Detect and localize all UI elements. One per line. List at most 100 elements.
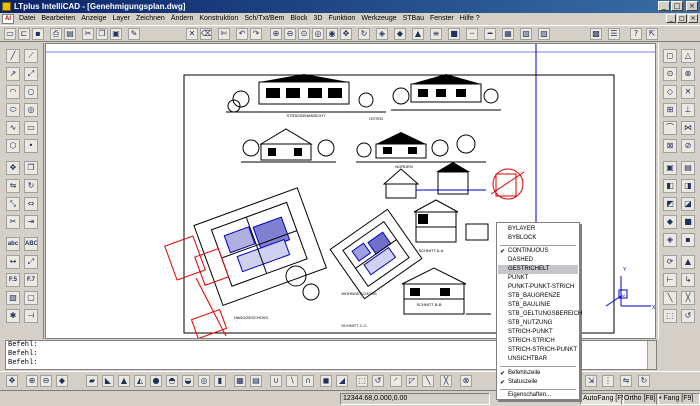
menu-anzeige[interactable]: Anzeige: [78, 13, 109, 25]
solid-wedge-icon[interactable]: ◢: [336, 375, 348, 387]
pyramid-icon[interactable]: ▲: [118, 375, 130, 387]
mirror-icon[interactable]: ⇋: [6, 179, 20, 193]
surface-icon[interactable]: ▤: [250, 375, 262, 387]
menu-layer[interactable]: Layer: [110, 13, 134, 25]
dish-icon[interactable]: ◒: [182, 375, 194, 387]
image-icon[interactable]: ▨: [538, 28, 550, 40]
layer-panel-icon[interactable]: ▩: [590, 28, 602, 40]
cone-icon[interactable]: ◭: [134, 375, 146, 387]
menu-item-unsichtbar[interactable]: UNSICHTBAR: [498, 355, 578, 364]
interfere-icon[interactable]: ⊗: [460, 375, 472, 387]
menu-item-byblock[interactable]: BYBLOCK: [498, 234, 578, 243]
view-front-icon[interactable]: ◩: [663, 197, 677, 211]
view-icon[interactable]: ◈: [376, 28, 388, 40]
menu-item-dashed[interactable]: DASHED: [498, 256, 578, 265]
section-bottom-icon[interactable]: ╳: [440, 375, 452, 387]
zoom-window-icon[interactable]: ⊙: [298, 28, 310, 40]
open-icon[interactable]: ⊏: [18, 28, 30, 40]
render-icon[interactable]: ◆: [394, 28, 406, 40]
fillet-3d-icon[interactable]: ◜: [390, 375, 402, 387]
match-properties-icon[interactable]: ✎: [128, 28, 140, 40]
menu-funktion[interactable]: Funktion: [325, 13, 358, 25]
menu-stbau[interactable]: STBau: [400, 13, 427, 25]
zoom-all-icon[interactable]: ◎: [312, 28, 324, 40]
app-icon[interactable]: [2, 2, 11, 11]
copy-entity-icon[interactable]: ❐: [24, 161, 38, 175]
xline-icon[interactable]: ⤢: [24, 67, 38, 81]
extrude-icon[interactable]: ⬚: [663, 309, 677, 323]
view-right-icon[interactable]: ◨: [681, 179, 695, 193]
doc-minimize-button[interactable]: _: [666, 14, 676, 23]
snap-midpoint-icon[interactable]: △: [681, 49, 695, 63]
close-button[interactable]: ×: [686, 1, 698, 11]
block-icon[interactable]: ▦: [502, 28, 514, 40]
shade-flat-icon[interactable]: ◆: [56, 375, 68, 387]
redo-icon[interactable]: ↷: [250, 28, 262, 40]
command-scrollbar[interactable]: [647, 341, 656, 369]
menu-item-befehlszeile[interactable]: ✔ Befehlszeile: [498, 369, 578, 378]
menu-konstruktion[interactable]: Konstruktion: [196, 13, 241, 25]
dimension-aligned-icon[interactable]: ⤢: [24, 255, 38, 269]
menu-bearbeiten[interactable]: Bearbeiten: [38, 13, 78, 25]
shade-icon[interactable]: ▲: [412, 28, 424, 40]
paste-icon[interactable]: ▣: [110, 28, 122, 40]
snap-apparent-icon[interactable]: ⊠: [663, 139, 677, 153]
union-icon[interactable]: ∪: [270, 375, 282, 387]
ellipse-icon[interactable]: ⬭: [6, 103, 20, 117]
menu-item-stb-nutzung[interactable]: STB_NUTZUNG: [498, 319, 578, 328]
view-left-icon[interactable]: ◧: [663, 179, 677, 193]
rotate-icon[interactable]: ↻: [24, 179, 38, 193]
rotate-3d-icon[interactable]: ↻: [638, 375, 650, 387]
line-icon[interactable]: ╱: [6, 49, 20, 63]
break-icon[interactable]: ⊣: [24, 309, 38, 323]
menu-datei[interactable]: Datei: [16, 13, 38, 25]
snap-quadrant-icon[interactable]: ◇: [663, 85, 677, 99]
view-iso-icon[interactable]: ◆: [663, 215, 677, 229]
explode-icon[interactable]: ✱: [6, 309, 20, 323]
solid-box-icon[interactable]: ◼: [320, 375, 332, 387]
torus-icon[interactable]: ◎: [198, 375, 210, 387]
slice-icon[interactable]: ╲: [663, 291, 677, 305]
extend-icon[interactable]: ⇥: [24, 215, 38, 229]
maximize-button[interactable]: □: [671, 1, 683, 11]
autofang-toggle[interactable]: AutoFang [F5]: [580, 393, 624, 405]
context-help-icon[interactable]: ⇱: [646, 28, 658, 40]
view-iso4-icon[interactable]: ▪: [681, 233, 695, 247]
menu-item-eigenschaften[interactable]: Eigenschaften...: [498, 391, 578, 400]
help-icon[interactable]: ?: [630, 28, 642, 40]
spline-icon[interactable]: ∿: [6, 121, 20, 135]
revolve-icon[interactable]: ↺: [681, 309, 695, 323]
layer-icon[interactable]: ≡: [430, 28, 442, 40]
mirror-3d-icon[interactable]: ⇋: [620, 375, 632, 387]
copy-icon[interactable]: ❐: [96, 28, 108, 40]
mtext-icon[interactable]: ABC: [24, 237, 38, 251]
doc-restore-button[interactable]: □: [677, 14, 687, 23]
polygon-icon[interactable]: ⬡: [6, 139, 20, 153]
menu-item-strich-strich-punkt[interactable]: STRICH-STRICH-PUNKT: [498, 346, 578, 355]
boundary-icon[interactable]: ▢: [24, 291, 38, 305]
menu-item-strich-punkt[interactable]: STRICH-PUNKT: [498, 328, 578, 337]
cylinder-icon[interactable]: ▮: [214, 375, 226, 387]
delete-icon[interactable]: ✕: [186, 28, 198, 40]
lineweight-icon[interactable]: ━: [484, 28, 496, 40]
text-icon[interactable]: abc: [6, 237, 20, 251]
undo-icon[interactable]: ↶: [236, 28, 248, 40]
orbit-icon[interactable]: ⟳: [663, 255, 677, 269]
scissors-icon[interactable]: ✄: [218, 28, 230, 40]
redraw-icon[interactable]: ↻: [358, 28, 370, 40]
color-icon[interactable]: ■: [448, 28, 460, 40]
revolve-bottom-icon[interactable]: ↺: [372, 375, 384, 387]
menu-fenster[interactable]: Fenster: [427, 13, 457, 25]
menu-item-continuous[interactable]: ✔ CONTINUOUS: [498, 247, 578, 256]
doc-close-button[interactable]: ×: [688, 14, 698, 23]
view-iso2-icon[interactable]: ■: [681, 215, 695, 229]
print-icon[interactable]: ⎙: [50, 28, 62, 40]
snap-center-icon[interactable]: ⊙: [663, 67, 677, 81]
ucs-origin-icon[interactable]: ↳: [681, 273, 695, 287]
ray-icon[interactable]: ↗: [6, 67, 20, 81]
subtract-icon[interactable]: ∖: [286, 375, 298, 387]
circle-icon[interactable]: ○: [24, 85, 38, 99]
zoom-previous-icon[interactable]: ◉: [326, 28, 338, 40]
menu-item-bylayer[interactable]: BYLAYER: [498, 225, 578, 234]
solid-icon[interactable]: ▲: [681, 255, 695, 269]
